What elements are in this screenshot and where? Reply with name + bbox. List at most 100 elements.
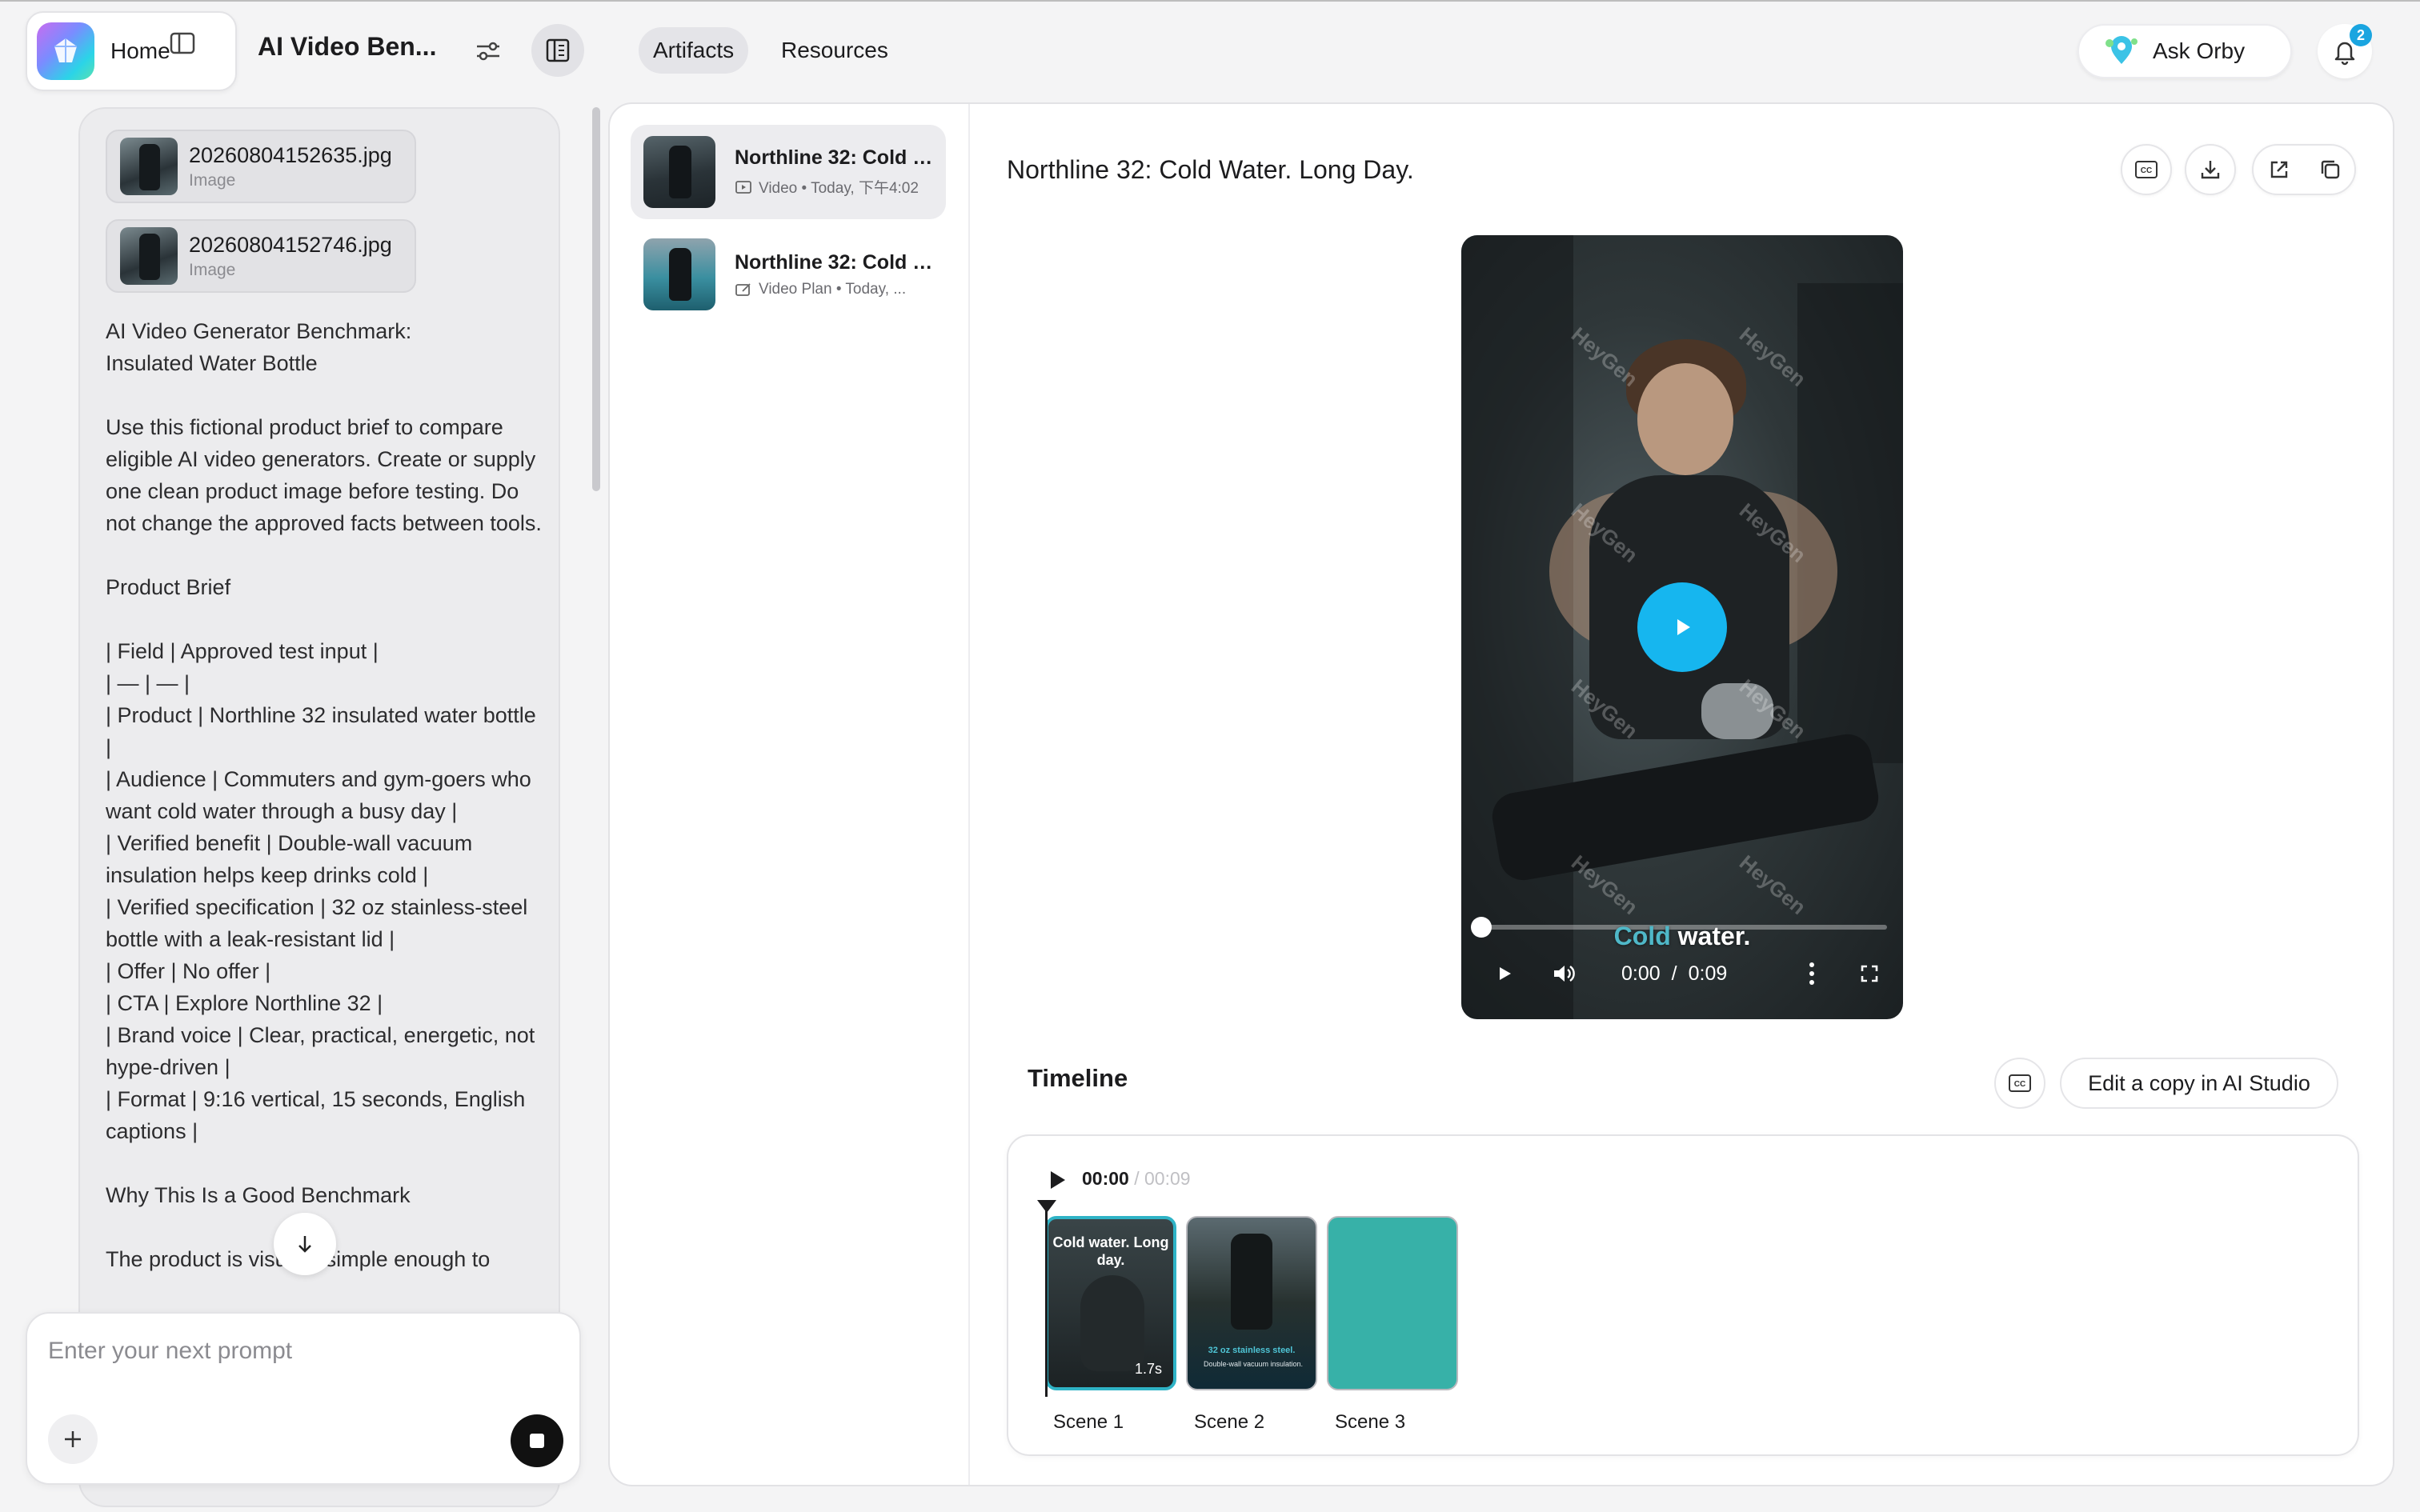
ask-orby-label: Ask Orby [2153, 38, 2246, 63]
chat-message-text: AI Video Generator Benchmark: Insulated … [106, 319, 542, 1271]
video-player[interactable]: HeyGen HeyGen HeyGen HeyGen HeyGen HeyGe… [1461, 235, 1903, 1019]
copy-icon [2321, 160, 2340, 179]
notifications-button[interactable]: 2 [2318, 24, 2372, 78]
artifact-title: Northline 32: Cold Water. Long Day. [735, 250, 935, 274]
fullscreen-button[interactable] [1858, 962, 1881, 985]
scene-text: Cold water. Long day. [1052, 1234, 1169, 1268]
notification-count-badge: 2 [2350, 24, 2372, 46]
video-plan-icon [735, 282, 751, 296]
timeline-time: 00:00 / 00:09 [1082, 1168, 1191, 1190]
video-frame-person [1637, 363, 1733, 475]
attachment-name: 20260804152746.jpg [189, 232, 392, 257]
artifact-subtitle: Video Plan • Today, ... [759, 280, 907, 298]
heygen-watermark: HeyGen [1734, 850, 1811, 920]
svg-text:CC: CC [2141, 166, 2152, 175]
artifact-workspace: Northline 32: Cold Water. Long Day. Vide… [608, 102, 2394, 1486]
share-button-group [2252, 144, 2356, 195]
artifact-thumbnail [643, 136, 715, 208]
orby-pin-icon [2105, 36, 2138, 64]
attachment-chip[interactable]: 20260804152635.jpg Image [106, 130, 416, 203]
attachment-thumbnail [120, 227, 178, 285]
play-button[interactable] [1493, 962, 1516, 985]
attachment-thumbnail [120, 138, 178, 195]
artifact-list: Northline 32: Cold Water. Long Day. Vide… [610, 104, 970, 1485]
scene-frame [1080, 1275, 1144, 1371]
window-top-border [0, 0, 2420, 2]
caption-highlight-word: Cold [1613, 922, 1671, 950]
timeline-playhead-handle[interactable] [1037, 1200, 1056, 1213]
heygen-watermark: HeyGen [1566, 322, 1643, 392]
add-attachment-button[interactable] [48, 1414, 98, 1464]
prompt-composer [26, 1312, 581, 1485]
download-button[interactable] [2185, 144, 2236, 195]
timeline-captions-button[interactable]: CC [1994, 1058, 2045, 1109]
chat-panel[interactable]: 20260804152635.jpg Image 20260804152746.… [78, 107, 560, 1507]
plus-icon [65, 1431, 81, 1447]
stop-generation-button[interactable] [511, 1414, 563, 1467]
play-overlay-button[interactable] [1637, 582, 1727, 672]
cc-icon: CC [2135, 161, 2158, 178]
tab-resources[interactable]: Resources [767, 27, 903, 74]
timeline-playhead[interactable] [1045, 1205, 1048, 1397]
panel-layout-icon [546, 38, 570, 62]
video-controls: 0:00 / 0:09 [1461, 947, 1903, 1000]
scene-thumbnail[interactable] [1327, 1216, 1458, 1390]
scene-caption: 32 oz stainless steel. [1208, 1346, 1296, 1355]
sidebar-icon[interactable] [166, 27, 198, 59]
chat-scrollbar[interactable] [592, 107, 600, 491]
project-title[interactable]: AI Video Ben... [258, 32, 436, 62]
scene-frame [1231, 1234, 1272, 1330]
external-link-icon [2270, 161, 2288, 178]
scroll-down-button[interactable] [274, 1213, 336, 1275]
viewer-title: Northline 32: Cold Water. Long Day. [1007, 155, 1414, 184]
attachment-type: Image [189, 170, 236, 190]
duplicate-button[interactable] [2305, 146, 2356, 194]
more-options-button[interactable] [1805, 960, 1818, 987]
artifact-item-video-plan[interactable]: Northline 32: Cold Water. Long Day. Vide… [631, 227, 946, 322]
app-logo-icon [37, 22, 94, 80]
panel-layout-button[interactable] [531, 24, 584, 77]
artifact-item-video[interactable]: Northline 32: Cold Water. Long Day. Vide… [631, 125, 946, 219]
fullscreen-icon [1861, 965, 1878, 982]
volume-icon [1554, 966, 1575, 982]
scene-label: Scene 2 [1194, 1411, 1265, 1433]
gym-background [1461, 235, 1573, 1019]
scene-label: Scene 3 [1335, 1411, 1406, 1433]
open-external-button[interactable] [2254, 146, 2305, 194]
scene-subcaption: Double-wall vacuum insulation. [1203, 1360, 1304, 1368]
artifact-thumbnail [643, 238, 715, 310]
scene-thumbnail[interactable]: Cold water. Long day. 1.7s [1045, 1216, 1176, 1390]
ask-orby-button[interactable]: Ask Orby [2077, 24, 2292, 78]
scene-thumbnail[interactable]: 32 oz stainless steel. Double-wall vacuu… [1186, 1216, 1317, 1390]
artifact-title: Northline 32: Cold Water. Long Day. [735, 146, 935, 169]
video-duration: 0:09 [1688, 962, 1728, 985]
timeline-current-time: 00:00 [1082, 1168, 1129, 1189]
sliders-icon[interactable] [472, 35, 504, 67]
home-button[interactable]: Home [26, 11, 237, 91]
timeline-total-time: / 00:09 [1128, 1168, 1191, 1189]
arrow-down-icon [298, 1236, 311, 1253]
prompt-input[interactable] [48, 1338, 560, 1365]
svg-text:CC: CC [2014, 1080, 2025, 1089]
artifact-subtitle: Video • Today, 下午4:02 [759, 180, 919, 197]
caption-rest: water. [1670, 922, 1751, 950]
video-current-time: 0:00 [1621, 962, 1661, 985]
timeline-play-button[interactable] [1045, 1168, 1069, 1192]
stop-icon [530, 1434, 544, 1448]
video-icon [735, 180, 751, 194]
tab-artifacts[interactable]: Artifacts [639, 27, 749, 74]
cc-icon: CC [2009, 1074, 2031, 1092]
video-time-separator: / [1671, 962, 1677, 985]
timeline-panel: 00:00 / 00:09 Cold water. Long day. 1.7s… [1007, 1134, 2359, 1456]
attachment-type: Image [189, 260, 236, 279]
scene-label: Scene 1 [1053, 1411, 1124, 1433]
scene-duration: 1.7s [1134, 1361, 1162, 1377]
captions-button[interactable]: CC [2121, 144, 2172, 195]
more-vertical-icon [1809, 962, 1814, 985]
home-label: Home [110, 38, 170, 63]
play-icon [1677, 619, 1690, 635]
volume-button[interactable] [1551, 962, 1578, 986]
edit-copy-in-ai-studio-button[interactable]: Edit a copy in AI Studio [2060, 1058, 2338, 1109]
attachment-chip[interactable]: 20260804152746.jpg Image [106, 219, 416, 293]
attachment-name: 20260804152635.jpg [189, 142, 392, 167]
